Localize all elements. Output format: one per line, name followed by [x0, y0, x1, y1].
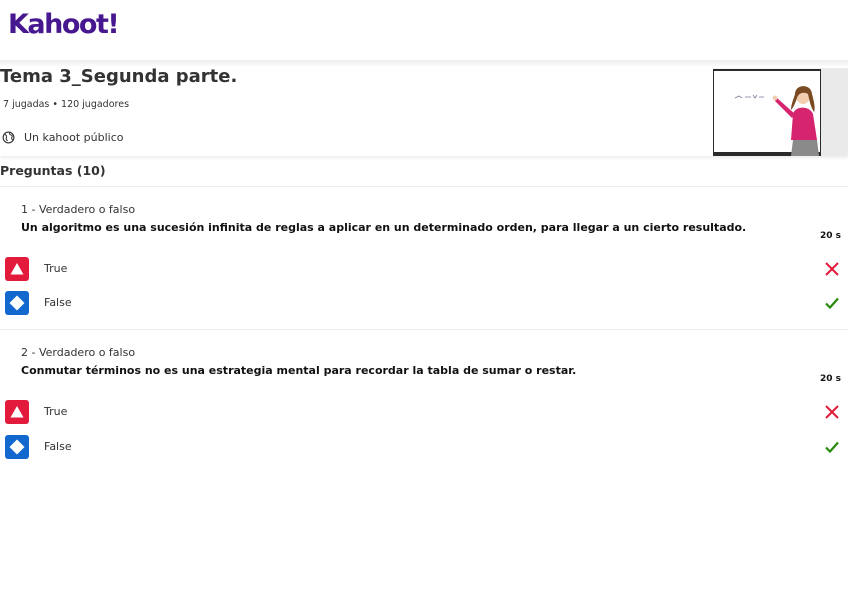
incorrect-x-icon [825, 262, 839, 276]
question-time-limit: 20 s [819, 231, 841, 241]
visibility-label: Un kahoot público [24, 131, 124, 144]
kahoot-stats: 7 jugadas • 120 jugadores [3, 99, 130, 110]
globe-icon [2, 131, 15, 144]
question-card[interactable]: 2 - Verdadero o falso Conmutar términos … [0, 329, 848, 472]
answer-shape-badge [5, 400, 29, 424]
correct-check-icon [825, 297, 839, 310]
question-type-label: 2 - Verdadero o falso [21, 346, 136, 359]
answer-option: True [0, 257, 848, 285]
question-type-label: 1 - Verdadero o falso [21, 203, 136, 216]
diamond-icon [9, 439, 25, 455]
kahoot-title: Tema 3_Segunda parte. [0, 66, 238, 87]
answer-label: False [44, 296, 72, 309]
answer-option: False [0, 291, 848, 319]
incorrect-x-icon [825, 405, 839, 419]
kahoot-logo[interactable]: Kahoot! [8, 9, 120, 40]
visibility-indicator: Un kahoot público [2, 131, 124, 144]
correct-check-icon [825, 441, 839, 454]
question-card[interactable]: 1 - Verdadero o falso Un algoritmo es un… [0, 186, 848, 330]
diamond-icon [9, 295, 25, 311]
top-bar: Kahoot! [0, 0, 848, 62]
answer-label: True [44, 405, 68, 418]
answer-shape-badge [5, 291, 29, 315]
triangle-icon [10, 263, 24, 275]
kahoot-cover-image [713, 68, 848, 156]
triangle-icon [10, 406, 24, 418]
answer-shape-badge [5, 435, 29, 459]
question-time-limit: 20 s [819, 374, 841, 384]
questions-section-title: Preguntas (10) [0, 163, 106, 178]
answer-shape-badge [5, 257, 29, 281]
question-text: Conmutar términos no es una estrategia m… [21, 364, 577, 377]
question-text: Un algoritmo es una sucesión infinita de… [21, 221, 747, 234]
answer-option: False [0, 435, 848, 463]
answer-option: True [0, 400, 848, 428]
answer-label: False [44, 440, 72, 453]
cover-illustration [713, 68, 848, 156]
answer-label: True [44, 262, 68, 275]
